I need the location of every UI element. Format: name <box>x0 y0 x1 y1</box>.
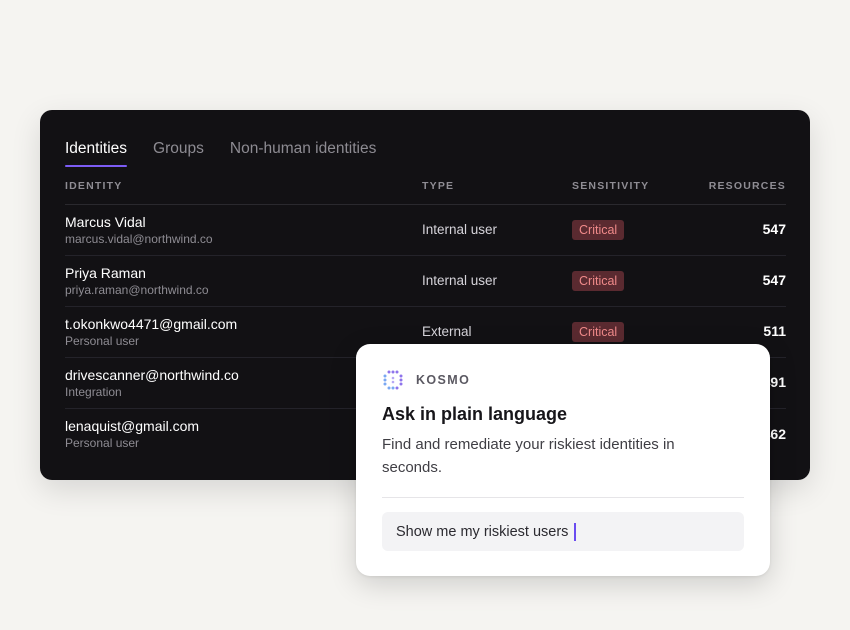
type-cell: Internal user <box>422 272 572 290</box>
type-cell: Internal user <box>422 221 572 239</box>
resources-count: 511 <box>763 323 786 339</box>
resources-cell: 547 <box>692 221 786 239</box>
kosmo-brand-name: KOSMO <box>416 373 471 387</box>
table-row[interactable]: Priya Raman priya.raman@northwind.co Int… <box>65 256 786 307</box>
kosmo-prompt-input[interactable]: Show me my riskiest users <box>382 512 744 551</box>
identity-subtitle: marcus.vidal@northwind.co <box>65 231 213 246</box>
type-cell: External <box>422 323 572 341</box>
sensitivity-badge: Critical <box>572 322 625 342</box>
resources-cell: 511 <box>692 323 786 341</box>
identity-name: Marcus Vidal <box>65 213 146 230</box>
kosmo-dots-logo-icon <box>383 370 403 390</box>
identity-type: External <box>422 324 472 339</box>
identity-cell: Marcus Vidal marcus.vidal@northwind.co <box>65 214 422 247</box>
tab-bar: Identities Groups Non-human identities <box>65 110 786 167</box>
kosmo-assistant-card: KOSMO Ask in plain language Find and rem… <box>356 344 770 576</box>
sensitivity-cell: Critical <box>572 322 692 342</box>
table-row[interactable]: Marcus Vidal marcus.vidal@northwind.co I… <box>65 205 786 256</box>
resources-cell: 547 <box>692 272 786 290</box>
sensitivity-badge: Critical <box>572 220 625 240</box>
resources-count: 547 <box>762 272 786 288</box>
identity-name: t.okonkwo4471@gmail.com <box>65 315 238 332</box>
sensitivity-cell: Critical <box>572 271 692 291</box>
divider <box>382 497 744 498</box>
identity-name: Priya Raman <box>65 264 146 281</box>
identity-cell: Priya Raman priya.raman@northwind.co <box>65 265 422 298</box>
column-header-type[interactable]: TYPE <box>422 180 572 192</box>
kosmo-description: Find and remediate your riskiest identit… <box>382 436 675 476</box>
sensitivity-badge: Critical <box>572 271 625 291</box>
kosmo-prompt-text: Show me my riskiest users <box>396 523 569 540</box>
identity-subtitle: priya.raman@northwind.co <box>65 282 209 297</box>
identity-type: Internal user <box>422 273 498 288</box>
text-caret <box>574 522 577 541</box>
tab-identities[interactable]: Identities <box>65 140 128 167</box>
table-header: IDENTITY TYPE SENSITIVITY RESOURCES <box>65 167 786 205</box>
tab-non-human-identities[interactable]: Non-human identities <box>230 140 376 167</box>
identity-type: Internal user <box>422 222 498 237</box>
kosmo-brand: KOSMO <box>382 369 744 391</box>
sensitivity-cell: Critical <box>572 220 692 240</box>
column-header-sensitivity[interactable]: SENSITIVITY <box>572 180 692 192</box>
tab-groups[interactable]: Groups <box>153 140 204 167</box>
resources-count: 547 <box>762 221 786 237</box>
kosmo-title: Ask in plain language <box>382 404 568 424</box>
column-header-resources[interactable]: RESOURCES <box>692 180 786 192</box>
column-header-identity[interactable]: IDENTITY <box>65 180 422 192</box>
